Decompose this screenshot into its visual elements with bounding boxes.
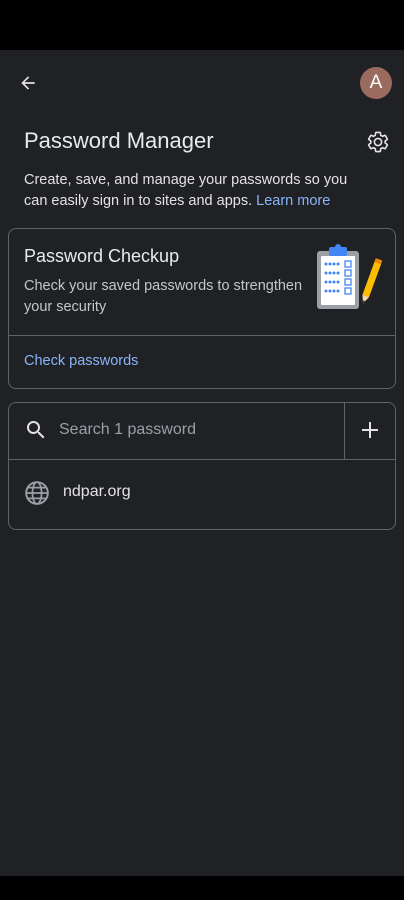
add-password-button[interactable] <box>357 417 383 443</box>
saved-passwords-card: ndpar.org <box>8 402 396 530</box>
avatar-initial: A <box>369 72 383 93</box>
page-title: Password Manager <box>24 128 214 153</box>
card-divider <box>9 335 395 336</box>
list-item[interactable]: ndpar.org <box>9 460 395 529</box>
search-passwords-input[interactable] <box>59 415 329 445</box>
globe-icon <box>25 481 49 505</box>
navigation-bar <box>0 876 404 900</box>
search-divider <box>344 403 345 459</box>
gear-icon <box>367 131 389 153</box>
settings-button[interactable] <box>364 128 392 156</box>
learn-more-link[interactable]: Learn more <box>256 193 330 209</box>
account-avatar[interactable]: A <box>360 67 392 99</box>
check-passwords-link[interactable]: Check passwords <box>24 353 138 369</box>
plus-icon <box>362 422 378 438</box>
password-checkup-card: Password Checkup Check your saved passwo… <box>8 228 396 389</box>
search-icon <box>27 421 45 439</box>
status-bar <box>0 0 404 50</box>
checkup-title: Password Checkup <box>24 246 180 266</box>
page-description: Create, save, and manage your passwords … <box>24 170 374 212</box>
back-button[interactable] <box>12 67 44 99</box>
arrow-left-icon <box>21 76 35 90</box>
password-manager-screen: A Password Manager Create, save, and man… <box>0 50 404 876</box>
site-name: ndpar.org <box>63 483 131 500</box>
clipboard-checklist-illustration <box>317 244 383 309</box>
checkup-description: Check your saved passwords to strengthen… <box>24 278 303 315</box>
